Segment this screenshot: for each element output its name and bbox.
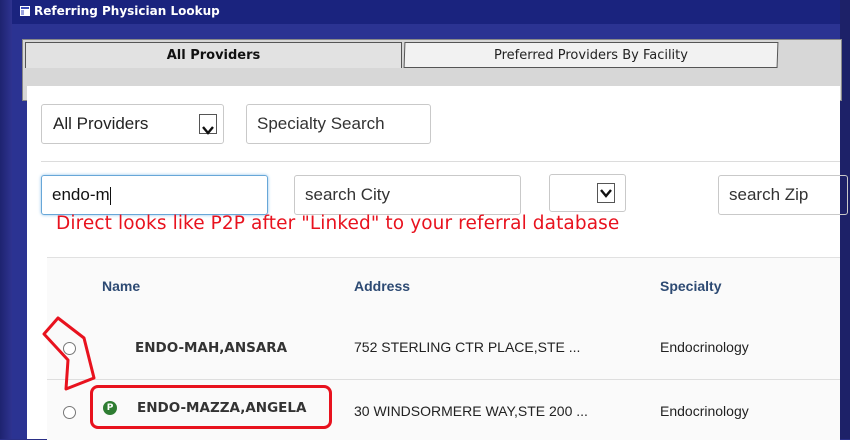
annotation-highlight-box — [90, 385, 332, 429]
title-bar: Referring Physician Lookup — [12, 0, 840, 25]
text-cursor — [109, 186, 111, 205]
provider-select-value: All Providers — [53, 114, 149, 133]
filter-divider — [41, 161, 840, 162]
name-search-input[interactable]: endo-m — [41, 175, 268, 215]
provider-select[interactable]: All Providers — [41, 104, 224, 144]
column-header-name: Name — [102, 278, 141, 294]
window-title: Referring Physician Lookup — [34, 4, 220, 18]
state-select-dropdown-button[interactable] — [597, 183, 615, 203]
tab-all-providers[interactable]: All Providers — [25, 42, 402, 68]
city-search-placeholder: search City — [305, 185, 391, 204]
row-specialty: Endocrinology — [660, 339, 749, 355]
tab-preferred-providers-label: Preferred Providers By Facility — [493, 48, 688, 63]
annotation-arrow-icon — [42, 316, 96, 391]
zip-search-input[interactable]: search Zip — [718, 175, 848, 215]
row-radio[interactable] — [63, 406, 76, 419]
specialty-search-input[interactable]: Specialty Search — [246, 104, 431, 144]
annotation-text: Direct looks like P2P after "Linked" to … — [56, 213, 620, 234]
chevron-down-icon — [600, 189, 612, 198]
column-header-specialty: Specialty — [660, 278, 722, 294]
specialty-search-placeholder: Specialty Search — [257, 114, 385, 133]
tab-preferred-providers[interactable]: Preferred Providers By Facility — [403, 42, 779, 68]
row-name: ENDO-MAH,ANSARA — [135, 340, 288, 356]
column-header-address: Address — [354, 278, 411, 294]
row-address: 752 STERLING CTR PLACE,STE ... — [354, 339, 581, 355]
row-address: 30 WINDSORMERE WAY,STE 200 ... — [354, 403, 588, 419]
zip-search-placeholder: search Zip — [729, 185, 809, 204]
row-specialty: Endocrinology — [660, 403, 749, 419]
table-row[interactable]: ENDO-MAH,ANSARA 752 STERLING CTR PLACE,S… — [47, 318, 840, 378]
name-search-value: endo-m — [52, 185, 110, 204]
state-select[interactable] — [549, 174, 626, 212]
provider-select-dropdown-button[interactable] — [199, 114, 217, 135]
chevron-down-icon — [202, 126, 214, 135]
window-icon — [20, 6, 30, 16]
tabs-area: All Providers Preferred Providers By Fac… — [12, 24, 842, 101]
background-app-edge — [0, 0, 12, 439]
city-search-input[interactable]: search City — [294, 175, 521, 215]
